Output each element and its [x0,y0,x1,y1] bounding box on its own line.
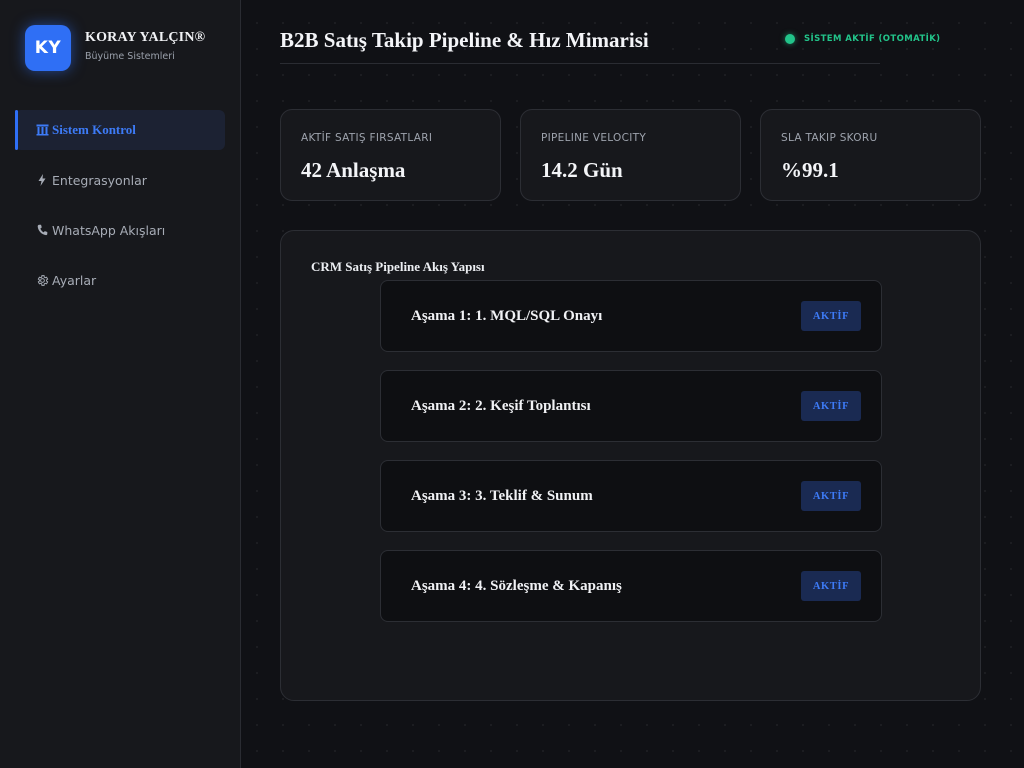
sidebar-item-ayarlar[interactable]: Ayarlar [15,260,225,300]
building-columns-icon [35,124,49,136]
pipeline-stage-3[interactable]: Aşama 3: 3. Teklif & Sunum AKTİF [380,460,882,532]
sidebar: KY KORAY YALÇIN® Büyüme Sistemleri Siste… [0,0,241,768]
brand-subtitle: Büyüme Sistemleri [85,51,175,62]
page-title: B2B Satış Takip Pipeline & Hız Mimarisi [280,28,649,52]
stage-status-badge: AKTİF [801,571,861,601]
stage-status-badge: AKTİF [801,481,861,511]
metric-label: SLA TAKIP SKORU [781,132,878,144]
sidebar-item-label: Entegrasyonlar [52,172,147,188]
header: B2B Satış Takip Pipeline & Hız Mimarisi … [280,0,940,64]
pipeline-stage-4[interactable]: Aşama 4: 4. Sözleşme & Kapanış AKTİF [380,550,882,622]
metric-value: 42 Anlaşma [301,158,406,182]
sidebar-item-sistem-kontrol[interactable]: Sistem Kontrol [15,110,225,150]
brand-logo: KY [25,25,71,71]
metric-card-active-deals: AKTİF SATIŞ FIRSATLARI 42 Anlaşma [280,109,501,201]
pipeline-title: CRM Satış Pipeline Akış Yapısı [311,259,485,274]
stage-status-badge: AKTİF [801,301,861,331]
sidebar-item-whatsapp-akislari[interactable]: WhatsApp Akışları [15,210,225,250]
stage-label: Aşama 3: 3. Teklif & Sunum [411,488,593,504]
sidebar-item-label: Sistem Kontrol [52,122,136,137]
status-indicator: SİSTEM AKTİF (OTOMATİK) [785,34,940,44]
sidebar-item-label: WhatsApp Akışları [52,222,166,238]
pipeline-stage-2[interactable]: Aşama 2: 2. Keşif Toplantısı AKTİF [380,370,882,442]
metric-value: 14.2 Gün [541,158,623,182]
pipeline-panel: CRM Satış Pipeline Akış Yapısı Aşama 1: … [280,230,981,701]
metric-card-sla-score: SLA TAKIP SKORU %99.1 [760,109,981,201]
brand: KY KORAY YALÇIN® Büyüme Sistemleri [25,25,205,71]
phone-icon [35,224,49,236]
stage-status-badge: AKTİF [801,391,861,421]
metric-card-pipeline-velocity: PIPELINE VELOCITY 14.2 Gün [520,109,741,201]
sidebar-item-entegrasyonlar[interactable]: Entegrasyonlar [15,160,225,200]
brand-name: KORAY YALÇIN® [85,30,206,45]
sidebar-nav: Sistem Kontrol Entegrasyonlar WhatsApp A… [15,110,225,310]
metric-label: PIPELINE VELOCITY [541,132,647,144]
stage-label: Aşama 4: 4. Sözleşme & Kapanış [411,578,622,594]
stage-label: Aşama 2: 2. Keşif Toplantısı [411,398,591,414]
metric-value: %99.1 [781,158,839,182]
pipeline-stage-1[interactable]: Aşama 1: 1. MQL/SQL Onayı AKTİF [380,280,882,352]
gear-icon [35,274,49,287]
status-text: SİSTEM AKTİF (OTOMATİK) [804,34,941,44]
brand-text: KORAY YALÇIN® Büyüme Sistemleri [85,30,205,62]
stage-label: Aşama 1: 1. MQL/SQL Onayı [411,308,603,324]
status-dot-icon [785,34,795,44]
lightning-icon [35,174,49,186]
sidebar-item-label: Ayarlar [52,272,97,288]
metric-label: AKTİF SATIŞ FIRSATLARI [301,132,433,144]
